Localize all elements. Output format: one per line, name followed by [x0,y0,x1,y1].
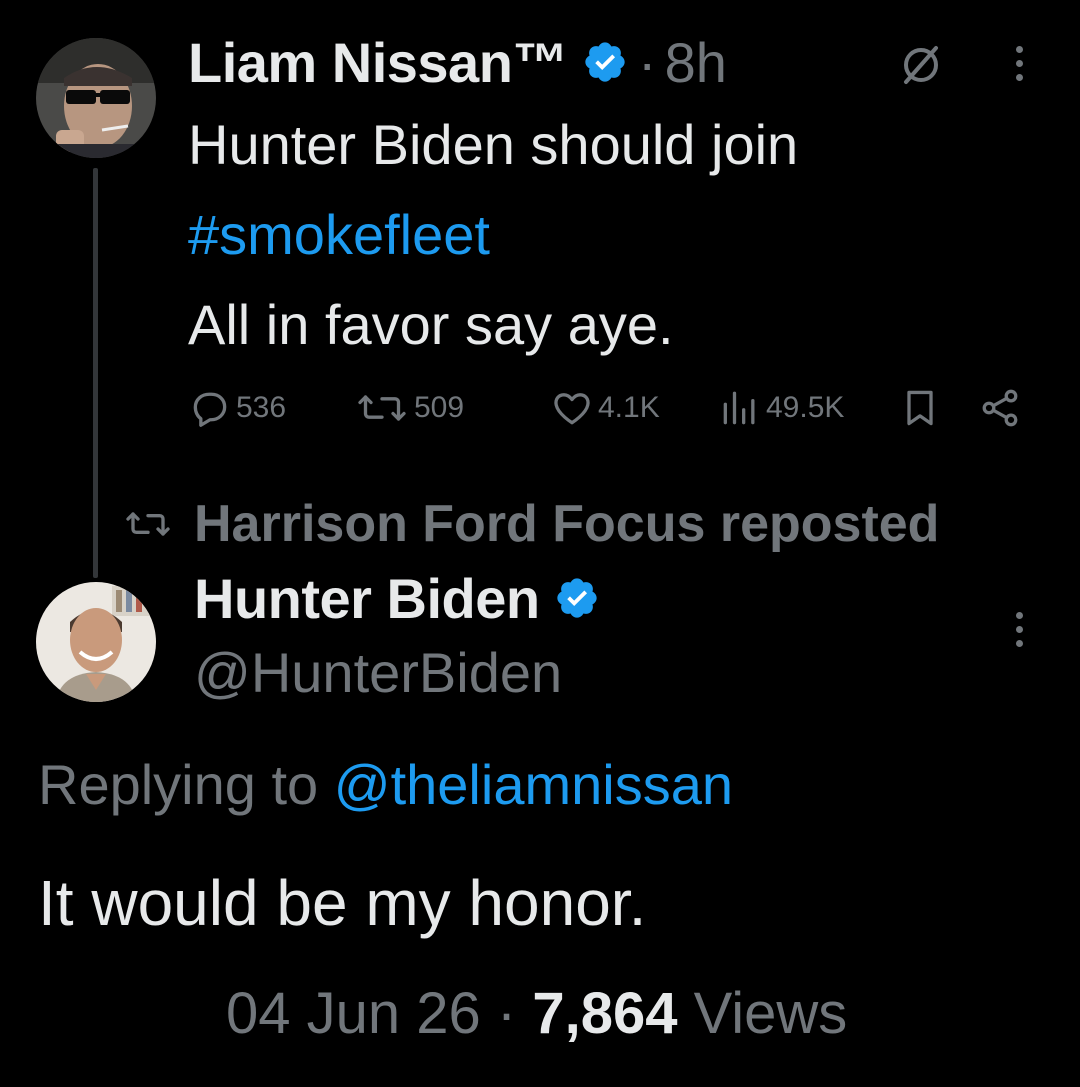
like-count: 4.1K [598,391,660,424]
reply-button[interactable]: 536 [188,386,286,430]
repost-arrows-icon [126,512,170,536]
heart-icon [554,393,590,425]
replying-to-mention[interactable]: @theliamnissan [334,753,733,816]
tweet2-name-row: Hunter Biden [194,562,600,634]
repost-button[interactable]: 509 [354,386,464,430]
replying-to-line: Replying to @theliamnissan [38,752,733,817]
tweet2-views-label: Views [677,981,848,1046]
tweet1-author-name[interactable]: Liam Nissan™ [188,30,568,95]
repost-arrows-icon [358,395,406,421]
reply-count: 536 [236,391,287,424]
meta-separator: · [480,981,533,1046]
tweet2-body: It would be my honor. [38,867,647,939]
thread-connector-line [93,168,98,578]
tweet2-handle[interactable]: @HunterBiden [194,640,562,705]
tweet1-header: Liam Nissan™ · 8h [188,26,727,98]
tweet1-more-options-icon[interactable] [1016,46,1023,81]
avatar-hunter-biden[interactable] [36,582,156,702]
replying-to-prefix: Replying to [38,753,334,816]
tweet2-date[interactable]: 04 Jun 26 [226,981,481,1046]
repost-count: 509 [414,391,465,424]
share-button[interactable] [978,386,1026,430]
tweet1-action-bar: 536 509 4.1K 49.5K [188,386,1028,430]
header-separator: · [637,30,657,94]
speech-bubble-icon [193,392,227,427]
tweet2-meta: 04 Jun 26 · 7,864 Views [226,980,847,1047]
tweet2-author-name[interactable]: Hunter Biden [194,566,540,631]
like-button[interactable]: 4.1K [550,386,660,430]
bookmark-icon [907,390,933,426]
tweet1-body: Hunter Biden should join #smokefleet All… [188,100,798,370]
tweet2-more-options-icon[interactable] [1016,612,1023,647]
tweet1-line1: Hunter Biden should join [188,113,799,176]
tweet1-hashtag[interactable]: #smokefleet [188,190,798,280]
muted-circle-slash-icon [896,40,946,95]
avatar-liam-nissan[interactable] [36,38,156,158]
bar-chart-icon [723,391,755,425]
share-nodes-icon [982,389,1018,427]
verified-badge-icon [582,39,628,85]
tweet1-timestamp[interactable]: 8h [665,30,727,95]
tweet2-views-count: 7,864 [532,981,678,1046]
verified-badge-icon [554,575,600,621]
repost-banner: Harrison Ford Focus reposted [118,492,939,556]
view-count: 49.5K [766,391,845,424]
views-button[interactable]: 49.5K [718,386,844,430]
tweet1-line3: All in favor say aye. [188,293,674,356]
repost-banner-text[interactable]: Harrison Ford Focus reposted [194,494,939,554]
bookmark-button[interactable] [898,386,946,430]
